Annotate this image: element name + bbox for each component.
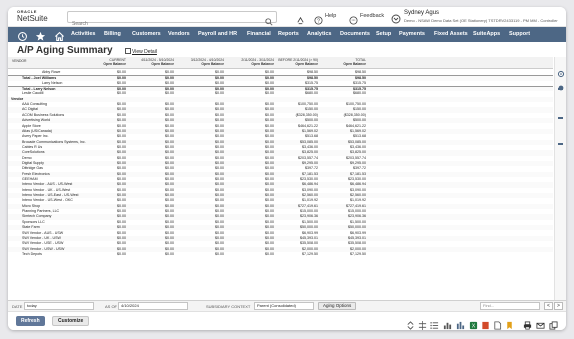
column-header-sublabel: Open Balance: [103, 62, 126, 67]
nav-fixed-assets[interactable]: Fixed Assets: [434, 31, 468, 37]
netsuite-logo[interactable]: ORACLE NetSuite: [17, 10, 48, 23]
report-filter-bar: DATE today AS OF 4/10/2024 SUBSIDIARY CO…: [8, 300, 566, 311]
top-bar: ORACLE NetSuite ? Help Feedback Sydney A…: [8, 7, 566, 29]
print-icon[interactable]: [523, 317, 532, 330]
view-detail-checkbox[interactable]: [125, 48, 131, 54]
nav-payments[interactable]: Payments: [399, 31, 425, 37]
balance-cell[interactable]: $7,129.50: [268, 252, 318, 257]
global-search[interactable]: [67, 11, 277, 29]
balance-cell[interactable]: $0.00: [174, 252, 224, 257]
collapse-icon[interactable]: [418, 317, 427, 330]
table-header: VENDOR CURRENT Open Balance 4/11/2024 - 5/1…: [8, 57, 553, 69]
column-chart-icon[interactable]: [456, 317, 465, 330]
report-action-bar: Refresh Customize X: [8, 311, 566, 330]
list-view-icon[interactable]: [430, 317, 439, 329]
view-detail-link[interactable]: View Detail: [132, 49, 157, 55]
balance-cell[interactable]: $7,129.50: [316, 252, 366, 257]
app-window: ORACLE NetSuite ? Help Feedback Sydney A…: [8, 7, 566, 330]
as-of-label: AS OF: [105, 304, 118, 309]
nav-setup[interactable]: Setup: [376, 31, 391, 37]
table-row[interactable]: Tech Depots $0.00 $0.00 $0.00 $0.00 $7,129.50…: [8, 252, 553, 257]
column-header[interactable]: 4/11/2024 - 5/10/2024 Open Balance: [124, 58, 174, 66]
customize-button[interactable]: Customize: [52, 316, 90, 326]
email-icon[interactable]: [536, 317, 545, 329]
rail-marker[interactable]: [558, 88, 563, 90]
column-header-sublabel: Open Balance: [343, 62, 366, 67]
bar-chart-icon[interactable]: [443, 317, 452, 330]
nav-documents[interactable]: Documents: [340, 31, 370, 37]
export-excel-icon[interactable]: X: [469, 317, 478, 330]
logo-netsuite-text: NetSuite: [17, 14, 48, 23]
svg-text:?: ?: [317, 19, 320, 25]
nav-reports[interactable]: Reports: [278, 31, 299, 37]
aging-options-button[interactable]: Aging Options: [318, 302, 357, 310]
export-csv-icon[interactable]: [493, 317, 502, 330]
feedback-link[interactable]: Feedback: [360, 13, 384, 19]
export-pdf-icon[interactable]: [481, 317, 490, 330]
balance-cell[interactable]: $0.00: [224, 252, 274, 257]
rail-marker[interactable]: [558, 117, 563, 119]
nav-financial[interactable]: Financial: [247, 31, 271, 37]
nav-customers[interactable]: Customers: [132, 31, 161, 37]
right-side-rail: [554, 57, 566, 300]
date-field[interactable]: today: [24, 302, 94, 310]
user-name[interactable]: Sydney Agus: [404, 10, 439, 16]
subsidiary-label: SUBSIDIARY CONTEXT: [206, 304, 251, 309]
refresh-button[interactable]: Refresh: [16, 316, 45, 326]
column-header[interactable]: VENDOR: [12, 59, 27, 63]
column-header-sublabel: Open Balance: [295, 62, 318, 67]
column-header[interactable]: TOTAL Open Balance: [316, 58, 366, 66]
bookmark-icon[interactable]: [505, 317, 514, 330]
nav-activities[interactable]: Activities: [71, 31, 95, 37]
column-header[interactable]: 3/12/2024 - 4/10/2024 Open Balance: [174, 58, 224, 66]
nav-analytics[interactable]: Analytics: [307, 31, 331, 37]
report-table: VENDOR CURRENT Open Balance 4/11/2024 - 5/1…: [8, 57, 553, 300]
nav-vendors[interactable]: Vendors: [168, 31, 190, 37]
date-label: DATE: [12, 304, 23, 309]
column-header[interactable]: 2/11/2024 - 3/11/2024 Open Balance: [224, 58, 274, 66]
svg-text:X: X: [472, 324, 476, 330]
info-icon[interactable]: [558, 78, 564, 96]
page-title: A/P Aging Summary: [17, 45, 113, 56]
rail-marker[interactable]: [558, 143, 563, 145]
column-header-sublabel: Open Balance: [151, 62, 174, 67]
expand-icon[interactable]: [406, 317, 415, 330]
user-role[interactable]: Demo - NSAW Demo Data Set (OE Stationery…: [404, 18, 558, 23]
column-header-label: VENDOR: [12, 59, 27, 63]
previous-button[interactable]: <: [544, 302, 553, 310]
nav-billing[interactable]: Billing: [104, 31, 121, 37]
column-header-sublabel: Open Balance: [251, 62, 274, 67]
balance-cell[interactable]: $0.00: [124, 252, 174, 257]
subsidiary-select[interactable]: Parent (Consolidated): [254, 302, 314, 310]
nav-payroll-hr[interactable]: Payroll and HR: [198, 31, 237, 37]
column-header-sublabel: Open Balance: [201, 62, 224, 67]
column-header[interactable]: BEFORE 2/11/2024 (> 90) Open Balance: [268, 58, 318, 66]
help-link[interactable]: Help: [325, 13, 336, 19]
copy-icon[interactable]: [549, 317, 558, 330]
nav-support[interactable]: Support: [509, 31, 530, 37]
as-of-field[interactable]: 4/10/2024: [118, 302, 188, 310]
main-navigation: Activities Billing Customers Vendors Pay…: [8, 27, 566, 42]
vendor-name[interactable]: Tech Depots: [22, 252, 42, 257]
column-header[interactable]: CURRENT Open Balance: [76, 58, 126, 66]
find-field[interactable]: Find...: [480, 302, 540, 310]
nav-suiteapps[interactable]: SuiteApps: [473, 31, 500, 37]
balance-cell[interactable]: $0.00: [76, 252, 126, 257]
next-button[interactable]: >: [554, 302, 563, 310]
